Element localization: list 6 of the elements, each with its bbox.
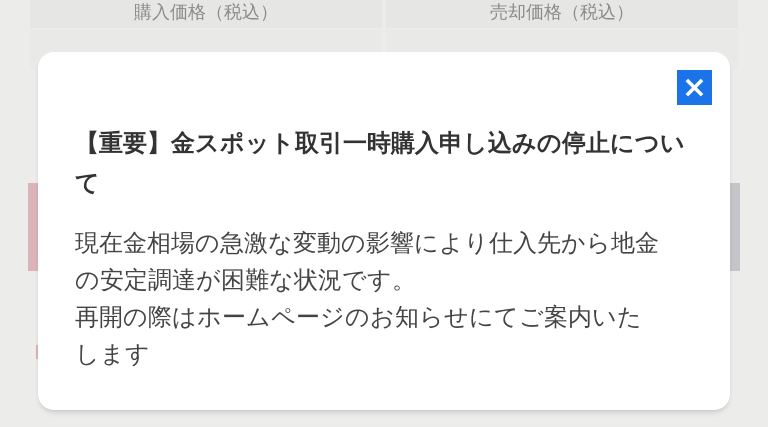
column-header: 購入価格（税込） xyxy=(30,0,382,28)
close-button[interactable]: × xyxy=(677,70,712,105)
message-paragraph: 現在金相場の急激な変動の影響により仕入先から地金の安定調達が困難な状況です。 xyxy=(75,228,660,296)
column-header: 売却価格（税込） xyxy=(386,0,738,28)
dialog-title: 【重要】金スポット取引一時購入申し込みの停止について xyxy=(75,128,685,199)
message-paragraph: 再開の際はホームページのお知らせにてご案内いたします xyxy=(75,302,643,370)
